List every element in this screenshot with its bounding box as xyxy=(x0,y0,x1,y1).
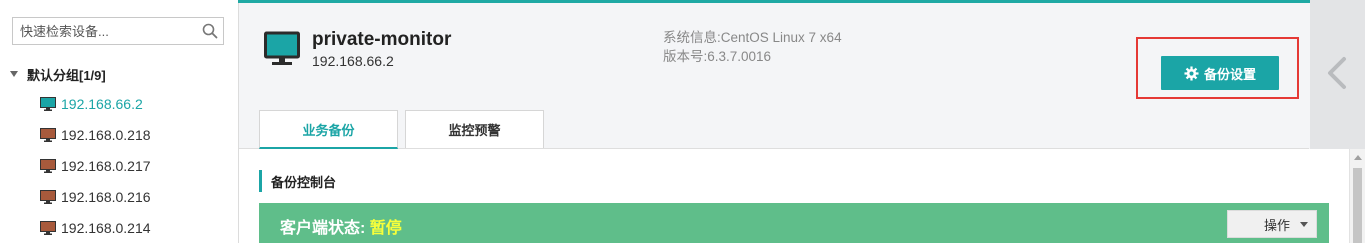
backup-console-panel: 备份控制台 客户端状态: 暂停 操作 xyxy=(239,149,1349,243)
scroll-up-arrow-icon[interactable] xyxy=(1354,155,1362,160)
section-title: 备份控制台 xyxy=(259,170,336,192)
monitor-icon xyxy=(40,97,56,111)
device-ip: 192.168.66.2 xyxy=(61,96,143,112)
device-search-box[interactable] xyxy=(12,17,224,45)
caret-down-icon[interactable] xyxy=(10,71,18,77)
client-status-bar: 客户端状态: 暂停 操作 xyxy=(259,203,1329,243)
tab-label: 监控预警 xyxy=(448,123,501,138)
chevron-down-icon xyxy=(1300,222,1308,227)
section-accent-bar xyxy=(259,170,262,192)
content-scrollbar[interactable] xyxy=(1349,149,1365,243)
client-status: 客户端状态: 暂停 xyxy=(280,214,402,238)
backup-settings-button[interactable]: 备份设置 xyxy=(1161,56,1279,90)
system-info-block: 系统信息:CentOS Linux 7 x64 版本号:6.3.7.0016 xyxy=(663,28,842,66)
device-item[interactable]: 192.168.0.218 xyxy=(40,124,151,146)
right-collapse-panel xyxy=(1310,0,1365,149)
group-label: 默认分组[1/9] xyxy=(27,67,106,83)
monitor-icon xyxy=(40,190,56,204)
device-ip: 192.168.0.214 xyxy=(61,220,151,236)
operation-label: 操作 xyxy=(1264,217,1291,233)
device-sidebar: 默认分组[1/9] 192.168.66.2 192.168.0.218 192… xyxy=(0,0,239,243)
client-status-value: 暂停 xyxy=(369,220,402,237)
device-ip: 192.168.0.218 xyxy=(61,127,151,143)
group-default[interactable]: 默认分组[1/9] xyxy=(10,64,106,84)
device-ip: 192.168.0.216 xyxy=(61,189,151,205)
client-status-label: 客户端状态: xyxy=(280,220,366,237)
device-header: private-monitor 192.168.66.2 系统信息:CentOS… xyxy=(239,3,1309,149)
monitor-icon xyxy=(40,159,56,173)
section-title-text: 备份控制台 xyxy=(271,174,337,190)
chevron-left-icon[interactable] xyxy=(1324,56,1350,90)
system-info: 系统信息:CentOS Linux 7 x64 xyxy=(663,30,842,45)
backup-settings-label: 备份设置 xyxy=(1203,66,1256,82)
scrollbar-thumb[interactable] xyxy=(1353,168,1362,243)
monitor-icon xyxy=(264,31,300,65)
device-search-input[interactable] xyxy=(13,18,200,44)
search-icon[interactable] xyxy=(202,23,218,39)
device-item[interactable]: 192.168.0.217 xyxy=(40,155,151,177)
version-info: 版本号:6.3.7.0016 xyxy=(663,49,772,64)
monitor-icon xyxy=(40,128,56,142)
device-item[interactable]: 192.168.0.214 xyxy=(40,217,151,239)
gear-icon xyxy=(1184,65,1199,81)
device-name: private-monitor xyxy=(312,29,452,50)
monitor-icon xyxy=(40,221,56,235)
operation-dropdown-button[interactable]: 操作 xyxy=(1227,210,1317,238)
tab-label: 业务备份 xyxy=(302,122,355,138)
device-ip-address: 192.168.66.2 xyxy=(312,53,394,69)
device-item[interactable]: 192.168.66.2 xyxy=(40,93,143,115)
device-ip: 192.168.0.217 xyxy=(61,158,151,174)
tab-business-backup[interactable]: 业务备份 xyxy=(259,110,398,149)
tab-monitoring-alert[interactable]: 监控预警 xyxy=(405,110,544,148)
device-item[interactable]: 192.168.0.216 xyxy=(40,186,151,208)
